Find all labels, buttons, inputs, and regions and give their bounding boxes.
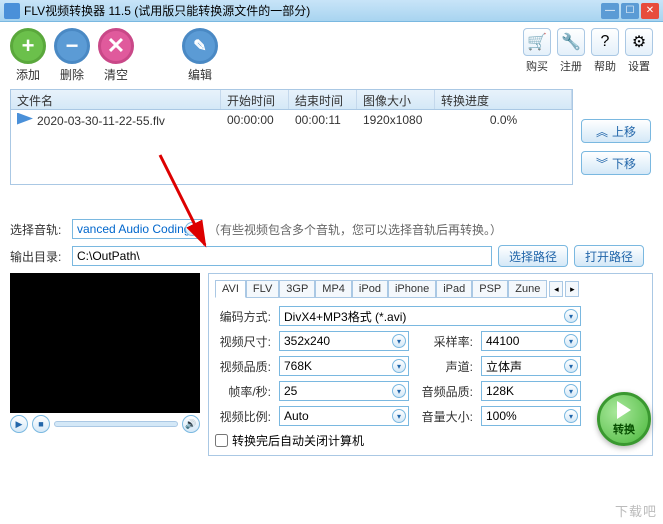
dropdown-icon[interactable]: ▾ xyxy=(564,334,578,348)
maximize-button[interactable]: ☐ xyxy=(621,3,639,19)
format-tabs: AVI FLV 3GP MP4 iPod iPhone iPad PSP Zun… xyxy=(215,280,646,298)
audio-quality-select[interactable]: 128K▾ xyxy=(481,381,581,401)
convert-button[interactable]: 转换 xyxy=(597,392,651,446)
col-end[interactable]: 结束时间 xyxy=(289,90,357,109)
play-button[interactable]: ▶ xyxy=(10,415,28,433)
video-quality-select[interactable]: 768K▾ xyxy=(279,356,409,376)
watermark: 下载吧 xyxy=(615,501,657,520)
wrench-icon: 🔧 xyxy=(557,28,585,56)
window-title: FLV视频转换器 11.5 (试用版只能转换源文件的一部分) xyxy=(24,2,601,19)
add-button[interactable]: + 添加 xyxy=(10,28,46,83)
cart-icon: 🛒 xyxy=(523,28,551,56)
settings-button[interactable]: ⚙设置 xyxy=(625,28,653,74)
tab-ipad[interactable]: iPad xyxy=(436,280,472,298)
move-up-button[interactable]: ︽上移 xyxy=(581,119,651,143)
clear-button[interactable]: ✕ 清空 xyxy=(98,28,134,83)
pencil-icon: ✎ xyxy=(182,28,218,64)
aspect-ratio-select[interactable]: Auto▾ xyxy=(279,406,409,426)
plus-icon: + xyxy=(10,28,46,64)
volume-icon[interactable]: 🔊 xyxy=(182,415,200,433)
register-button[interactable]: 🔧注册 xyxy=(557,28,585,74)
video-icon xyxy=(17,113,33,125)
settings-panel: AVI FLV 3GP MP4 iPod iPhone iPad PSP Zun… xyxy=(208,273,653,456)
play-icon xyxy=(617,401,631,419)
dropdown-icon[interactable]: ▾ xyxy=(392,334,406,348)
tabs-next-button[interactable]: ▸ xyxy=(565,281,579,297)
x-icon: ✕ xyxy=(98,28,134,64)
dropdown-icon[interactable]: ▾ xyxy=(564,359,578,373)
chevron-up-icon: ︽ xyxy=(596,123,608,140)
dropdown-icon[interactable]: ▾ xyxy=(392,409,406,423)
tab-psp[interactable]: PSP xyxy=(472,280,508,298)
minimize-button[interactable]: — xyxy=(601,3,619,19)
output-path-input[interactable] xyxy=(72,246,492,266)
dropdown-icon[interactable]: ▾ xyxy=(564,384,578,398)
video-preview xyxy=(10,273,200,413)
tab-ipod[interactable]: iPod xyxy=(352,280,388,298)
output-dir-label: 输出目录: xyxy=(10,248,66,265)
file-table: 文件名 开始时间 结束时间 图像大小 转换进度 2020-03-30-11-22… xyxy=(10,89,573,185)
col-size[interactable]: 图像大小 xyxy=(357,90,435,109)
tab-zune[interactable]: Zune xyxy=(508,280,547,298)
sliders-icon: ⚙ xyxy=(625,28,653,56)
choose-path-button[interactable]: 选择路径 xyxy=(498,245,568,267)
dropdown-icon[interactable]: ▾ xyxy=(185,222,199,236)
tab-iphone[interactable]: iPhone xyxy=(388,280,436,298)
shutdown-label: 转换完后自动关闭计算机 xyxy=(232,432,364,449)
audio-track-label: 选择音轨: xyxy=(10,221,66,238)
fps-select[interactable]: 25▾ xyxy=(279,381,409,401)
shutdown-checkbox[interactable] xyxy=(215,434,228,447)
col-start[interactable]: 开始时间 xyxy=(221,90,289,109)
tab-3gp[interactable]: 3GP xyxy=(279,280,315,298)
encode-select[interactable]: DivX4+MP3格式 (*.avi)▾ xyxy=(279,306,581,326)
titlebar: FLV视频转换器 11.5 (试用版只能转换源文件的一部分) — ☐ ✕ xyxy=(0,0,663,22)
tabs-prev-button[interactable]: ◂ xyxy=(549,281,563,297)
chevron-down-icon: ︾ xyxy=(596,155,608,172)
col-progress[interactable]: 转换进度 xyxy=(435,90,572,109)
move-down-button[interactable]: ︾下移 xyxy=(581,151,651,175)
channel-select[interactable]: 立体声▾ xyxy=(481,356,581,376)
table-row[interactable]: 2020-03-30-11-22-55.flv 00:00:00 00:00:1… xyxy=(11,110,572,130)
dropdown-icon[interactable]: ▾ xyxy=(392,359,406,373)
close-button[interactable]: ✕ xyxy=(641,3,659,19)
volume-select[interactable]: 100%▾ xyxy=(481,406,581,426)
dropdown-icon[interactable]: ▾ xyxy=(564,409,578,423)
tab-avi[interactable]: AVI xyxy=(215,280,246,298)
audio-track-select[interactable]: vanced Audio Coding) ▾ xyxy=(72,219,202,239)
stop-button[interactable]: ■ xyxy=(32,415,50,433)
tab-mp4[interactable]: MP4 xyxy=(315,280,352,298)
dropdown-icon[interactable]: ▾ xyxy=(392,384,406,398)
video-size-select[interactable]: 352x240▾ xyxy=(279,331,409,351)
audio-track-hint: （有些视频包含多个音轨，您可以选择音轨后再转换。） xyxy=(208,221,502,238)
col-filename[interactable]: 文件名 xyxy=(11,90,221,109)
dropdown-icon[interactable]: ▾ xyxy=(564,309,578,323)
question-icon: ? xyxy=(591,28,619,56)
tab-flv[interactable]: FLV xyxy=(246,280,279,298)
minus-icon: − xyxy=(54,28,90,64)
buy-button[interactable]: 🛒购买 xyxy=(523,28,551,74)
help-button[interactable]: ?帮助 xyxy=(591,28,619,74)
seek-slider[interactable] xyxy=(54,421,178,427)
edit-button[interactable]: ✎ 编辑 xyxy=(182,28,218,83)
app-icon xyxy=(4,3,20,19)
delete-button[interactable]: − 删除 xyxy=(54,28,90,83)
open-path-button[interactable]: 打开路径 xyxy=(574,245,644,267)
sample-rate-select[interactable]: 44100▾ xyxy=(481,331,581,351)
